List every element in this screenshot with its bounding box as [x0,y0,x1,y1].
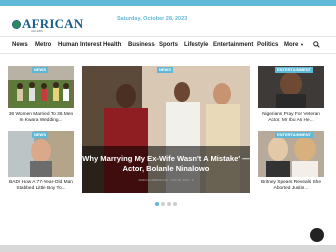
hero-title[interactable]: Why Marrying My Ex-Wife Wasn't A Mistake… [82,154,250,173]
logo-sub: CELEBS [31,29,43,33]
slider-dot[interactable] [173,202,177,206]
nav-item-health[interactable]: Health [103,42,121,48]
nav-more-label: More [284,42,299,48]
nav-item-news[interactable]: News [12,42,28,48]
hero-meta: AFRICAN BREAKING · OCT 28, 2023 · 0 [138,178,194,182]
nav-item-metro[interactable]: Metro [35,42,51,48]
category-badge[interactable]: NEWS [157,67,173,73]
category-badge[interactable]: NEWS [32,132,48,138]
slider-dot[interactable] [155,202,159,206]
post-title[interactable]: 36 Women Married To 36 Men In Kwara Wedd… [8,112,74,124]
main-nav: News Metro Human Interest Health Busines… [0,36,336,54]
site-logo[interactable]: AFRICAN [12,16,83,32]
chevron-down-icon: ▼ [300,42,304,47]
nav-item-lifestyle[interactable]: Lifestyle [184,42,208,48]
slider-dot[interactable] [161,202,165,206]
nav-item-politics[interactable]: Politics [257,42,278,48]
header: AFRICAN CELEBS Saturday, October 28, 202… [0,6,336,36]
category-badge[interactable]: ENTERTAINMENT [275,67,313,73]
section-strip [0,245,336,252]
nav-item-human-interest[interactable]: Human Interest [58,42,102,48]
hero-photo [82,66,250,193]
slider-dots [155,193,179,211]
nav-item-business[interactable]: Business [128,42,155,48]
slider-dot[interactable] [167,202,171,206]
nav-item-sports[interactable]: Sports [159,42,178,48]
nav-item-entertainment[interactable]: Entertainment [213,42,253,48]
category-badge[interactable]: ENTERTAINMENT [275,132,313,138]
post-title[interactable]: Nigerians Pray For Veteran Actor, Mr Ibu… [258,112,324,124]
post-title[interactable]: BAD! How A 77-Year-Old Man Stabbed Littl… [8,180,74,192]
globe-icon [12,20,21,29]
date-text: Saturday, October 28, 2023 [117,16,188,22]
post-title[interactable]: Britney Spears Reveals She Aborted Justi… [258,180,324,192]
category-badge[interactable]: NEWS [32,67,48,73]
search-icon[interactable] [313,41,320,48]
scroll-top-button[interactable] [310,228,324,242]
nav-item-more[interactable]: More ▼ [284,42,304,48]
hero-thumb[interactable] [82,66,250,193]
